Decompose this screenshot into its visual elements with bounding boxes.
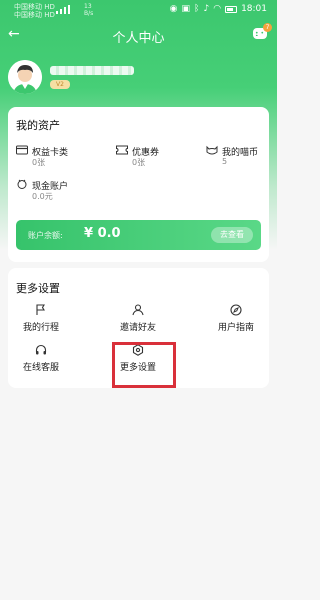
wallet-icon — [17, 179, 27, 189]
carrier-2: 中国移动 HD — [14, 11, 55, 19]
carrier-info: 中国移动 HD 中国移动 HD — [14, 3, 55, 19]
asset-coupon-item[interactable]: 优惠券 0张 — [116, 145, 186, 169]
setting-invite-friends-label: 邀请好友 — [119, 323, 156, 333]
compass-icon — [230, 304, 242, 316]
more-settings-title: 更多设置 — [16, 282, 60, 295]
balance-value: ¥ 0.0 — [84, 226, 121, 241]
status-bar: 中国移动 HD 中国移动 HD 13 B/s ◉ ▣ ᛒ ♪ ◠ 18:01 — [0, 0, 277, 22]
asset-catcoin-label: 我的喵币 — [222, 148, 259, 158]
nfc-icon: ▣ — [181, 4, 191, 14]
coupon-icon — [116, 145, 128, 155]
card-icon — [16, 145, 28, 155]
headset-icon — [35, 344, 47, 355]
setting-user-guide[interactable]: 用户指南 — [203, 304, 269, 338]
setting-user-guide-label: 用户指南 — [217, 323, 254, 333]
message-icon[interactable]: • • • 7 — [253, 23, 272, 40]
asset-cash-value: 0.0元 — [32, 192, 53, 201]
balance-bar: 账户余额: ¥ 0.0 去查看 — [16, 220, 261, 250]
asset-card-value: 0张 — [32, 158, 46, 167]
setting-my-trips[interactable]: 我的行程 — [8, 304, 74, 338]
setting-my-trips-label: 我的行程 — [22, 323, 59, 333]
battery-icon — [225, 5, 238, 13]
wifi-icon: ◠ — [213, 4, 222, 14]
invite-icon — [132, 304, 144, 316]
asset-catcoin-item[interactable]: 我的喵币 5 — [206, 145, 266, 169]
top-nav: ← 个人中心 • • • 7 — [0, 23, 277, 46]
signal-icon — [56, 5, 70, 14]
view-balance-button[interactable]: 去查看 — [211, 227, 253, 243]
clock: 18:01 — [241, 4, 267, 14]
highlight-box — [112, 342, 176, 388]
asset-cash-item[interactable]: 现金账户 0.0元 — [16, 179, 96, 203]
page-title: 个人中心 — [112, 31, 165, 46]
speed-value: 13 — [84, 3, 92, 10]
assets-title: 我的资产 — [16, 119, 60, 132]
asset-coupon-value: 0张 — [132, 158, 146, 167]
setting-online-service-label: 在线客服 — [22, 363, 59, 373]
speed-unit: B/s — [84, 10, 94, 17]
assets-card: 我的资产 权益卡类 0张 优惠券 0张 我的喵币 5 现金账户 0.0元 账户余… — [8, 107, 269, 262]
cat-coin-icon — [206, 145, 218, 155]
eye-icon: ◉ — [169, 4, 178, 14]
flag-icon — [36, 304, 45, 315]
message-badge: 7 — [263, 23, 272, 32]
mute-icon: ♪ — [203, 4, 210, 14]
carrier-1: 中国移动 HD — [14, 3, 55, 11]
network-speed: 13 B/s — [84, 3, 93, 17]
avatar[interactable] — [8, 60, 42, 94]
setting-invite-friends[interactable]: 邀请好友 — [105, 304, 171, 338]
asset-catcoin-value: 5 — [222, 157, 228, 166]
asset-card-item[interactable]: 权益卡类 0张 — [16, 145, 96, 169]
level-badge: V2 — [50, 80, 70, 89]
username-blurred — [50, 66, 134, 75]
setting-online-service[interactable]: 在线客服 — [8, 344, 74, 378]
balance-label: 账户余额: — [28, 231, 63, 240]
bluetooth-icon: ᛒ — [194, 4, 200, 14]
status-icons: ◉ ▣ ᛒ ♪ ◠ 18:01 — [170, 4, 267, 14]
